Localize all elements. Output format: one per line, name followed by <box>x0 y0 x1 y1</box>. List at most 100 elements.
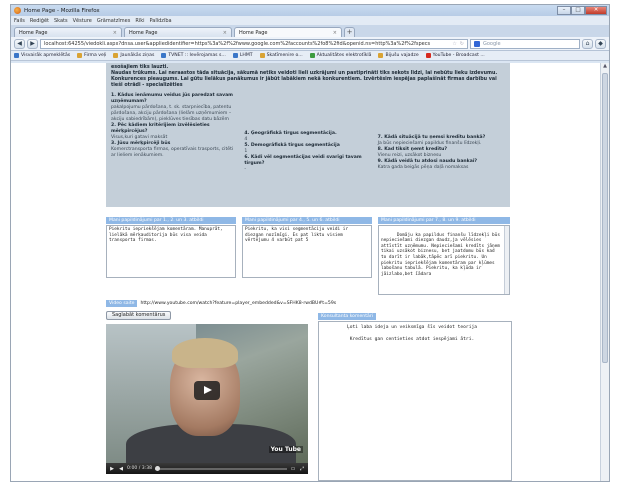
addon-button[interactable]: ◆ <box>595 38 606 49</box>
bookmark-item[interactable]: Firma veļi <box>77 53 106 58</box>
search-box[interactable]: Google <box>470 38 580 49</box>
bookmark-item[interactable]: Bijušu vajadze <box>378 53 419 58</box>
bookmark-item[interactable]: LHMT <box>232 53 253 58</box>
fullscreen-icon[interactable]: ▭ <box>290 466 296 472</box>
answer: Katra gada beigās pēņa daļā nomaksas <box>377 165 469 170</box>
scroll-up-icon[interactable]: ▲ <box>601 63 609 71</box>
menu-bar: Fails Rediģēt Skats Vēsture Grāmatzīmes … <box>11 16 609 25</box>
google-icon <box>474 40 480 47</box>
folder-icon <box>77 53 83 58</box>
menu-history[interactable]: Vēsture <box>73 18 92 24</box>
navigation-bar: ◀ ▶ localhost:64255/viedokli.aspx?dnsa.u… <box>11 37 609 51</box>
bookmark-item[interactable]: Visvairāk apmeklētās <box>14 53 70 58</box>
scrollbar-thumb[interactable] <box>602 73 608 363</box>
maximize-button[interactable]: □ <box>571 5 585 15</box>
minimize-button[interactable]: – <box>557 5 571 15</box>
tab-close-icon[interactable]: × <box>223 30 227 36</box>
tab-home-1[interactable]: Home Page × <box>14 27 122 37</box>
menu-bookmarks[interactable]: Grāmatzīmes <box>97 18 130 24</box>
paragraph-competition: Konkurences pieaugums. Lai gūtu lielākus… <box>111 77 497 88</box>
url-text: localhost:64255/viedokli.aspx?dnsa.user&… <box>44 40 431 47</box>
youtube-player[interactable]: You Tube ▶ ◀ 0:00 / 3:38 ▭ ⤢ <box>106 324 308 474</box>
tab-close-icon[interactable]: × <box>113 30 117 36</box>
comment-textarea-1[interactable]: Piekritu iepriekšējam komentāram. Manupr… <box>106 225 236 278</box>
comment-textarea-3[interactable]: Domāju ka papildus finanšu līdzekļi būs … <box>378 225 510 295</box>
bookmark-label: Jaunākās ziņas <box>120 53 155 58</box>
close-button[interactable]: ✕ <box>585 5 607 15</box>
menu-tools[interactable]: Rīki <box>135 18 144 24</box>
menu-file[interactable]: Fails <box>14 18 25 24</box>
comment-text: Piekritu, ka visi segmentāciju veidi ir … <box>245 227 351 244</box>
seek-knob[interactable] <box>155 465 161 471</box>
bookmarks-bar: Visvairāk apmeklētās Firma veļi Jaunākās… <box>11 51 609 61</box>
reload-icon[interactable]: ↻ <box>460 41 464 47</box>
comment-label-3: Mani papildinājumi par 7., 8. un 9. atbi… <box>378 217 510 224</box>
video-time: 0:00 / 3:38 <box>127 466 153 471</box>
bookmark-label: Bijušu vajadze <box>385 53 419 58</box>
weather-icon <box>232 53 238 58</box>
question: 2. Pēc kādiem kritērijiem izvēlēsieties … <box>111 123 210 134</box>
star-icon <box>14 53 19 58</box>
window-controls: – □ ✕ <box>557 5 607 16</box>
comment-textarea-2[interactable]: Piekritu, ka visi segmentāciju veidi ir … <box>242 225 372 278</box>
bookmark-item[interactable]: Jaunākās ziņas <box>113 53 154 58</box>
volume-icon[interactable]: ◀ <box>118 466 124 472</box>
question: 1. Kādus ienāmumu veidus jūs paredzat sa… <box>111 93 233 104</box>
tab-label: Home Page <box>129 29 158 36</box>
folder-icon <box>378 53 384 58</box>
answer: - <box>244 167 246 172</box>
textarea-scrollbar[interactable] <box>504 226 509 294</box>
consultant-comments[interactable]: Ļoti laba ideja un veiksmīga šīs veidot … <box>318 321 512 481</box>
bookmark-label: Skatīmenire o... <box>266 53 303 58</box>
title-bar: Home Page - Mozilla Firefox – □ ✕ <box>11 5 609 16</box>
search-placeholder: Google <box>483 40 501 47</box>
tab-home-2[interactable]: Home Page × <box>124 27 232 37</box>
youtube-logo[interactable]: You Tube <box>268 446 303 453</box>
tab-home-3[interactable]: Home Page × <box>234 27 342 37</box>
question: 6. Kādi vēl segmentācijas veidi svarīgi … <box>244 155 362 166</box>
tvnet-icon <box>161 53 167 58</box>
comment-text: Domāju ka papildus finanšu līdzekļi būs … <box>381 232 503 277</box>
menu-edit[interactable]: Rediģēt <box>30 18 49 24</box>
menu-view[interactable]: Skats <box>54 18 68 24</box>
play-icon[interactable] <box>194 381 220 400</box>
consultant-line: Ļoti laba ideja un veiksmīga šīs veidot … <box>347 325 477 330</box>
tab-label: Home Page <box>19 29 48 36</box>
browser-window: Home Page - Mozilla Firefox – □ ✕ Fails … <box>10 4 610 482</box>
answers-column-1: 1. Kādus ienāmumu veidus jūs paredzat sa… <box>111 93 238 173</box>
person-hair <box>172 338 238 368</box>
bookmark-item[interactable]: YouTube - Broadcast ... <box>425 53 485 58</box>
bookmark-label: Aktualitātes elektrotīklā <box>316 53 372 58</box>
forward-button[interactable]: ▶ <box>27 38 38 49</box>
tab-strip: Home Page × Home Page × Home Page × + <box>11 25 609 37</box>
answers-column-3: 7. Kādā situācijā tu ņemsi kredītu bankā… <box>378 93 505 173</box>
seek-bar[interactable] <box>155 465 287 471</box>
bookmark-item[interactable]: Aktualitātes elektrotīklā <box>309 53 372 58</box>
expand-icon[interactable]: ⤢ <box>299 466 305 472</box>
comment-label-2: Mani papildinājumi par 4., 5. un 6. atbi… <box>242 217 372 224</box>
page-content: esošajiem tiks lauzti. Naudas trūkums. L… <box>11 63 602 481</box>
address-bar[interactable]: localhost:64255/viedokli.aspx?dnsa.user&… <box>40 38 468 49</box>
rss-icon <box>113 53 119 58</box>
bookmark-item[interactable]: Skatīmenire o... <box>259 53 303 58</box>
back-button[interactable]: ◀ <box>14 38 25 49</box>
folder-icon <box>259 53 265 58</box>
firefox-logo-icon <box>14 7 21 14</box>
save-comments-button[interactable]: Saglabāt komentārus <box>106 311 172 320</box>
play-button[interactable]: ▶ <box>109 466 115 472</box>
bookmark-label: Firma veļi <box>84 53 107 58</box>
new-tab-button[interactable]: + <box>344 27 355 37</box>
consultant-line: Kredītus gan centieties atdot iespējami … <box>349 337 475 342</box>
window-title: Home Page - Mozilla Firefox <box>24 7 100 14</box>
tab-close-icon[interactable]: × <box>333 30 337 36</box>
answer: pakalpojumu pārdošana, t. sk. starpniecī… <box>111 105 232 122</box>
bookmark-star-icon[interactable]: ☆ <box>452 41 456 47</box>
home-button[interactable]: ⌂ <box>582 38 593 49</box>
bookmark-label: Visvairāk apmeklētās <box>21 53 71 58</box>
video-link-url[interactable]: http://www.youtube.com/watch?feature=pla… <box>140 301 336 306</box>
answers-column-2: 4. Ģeogrāfiskā tirgus segmentācija. 4 5.… <box>244 93 371 173</box>
menu-help[interactable]: Palīdzība <box>150 18 172 24</box>
comment-text: Piekritu iepriekšējam komentāram. Manupr… <box>109 227 226 244</box>
page-scrollbar[interactable]: ▲ <box>600 63 609 481</box>
bookmark-item[interactable]: TVNET :: Ievērojamas s... <box>161 53 226 58</box>
